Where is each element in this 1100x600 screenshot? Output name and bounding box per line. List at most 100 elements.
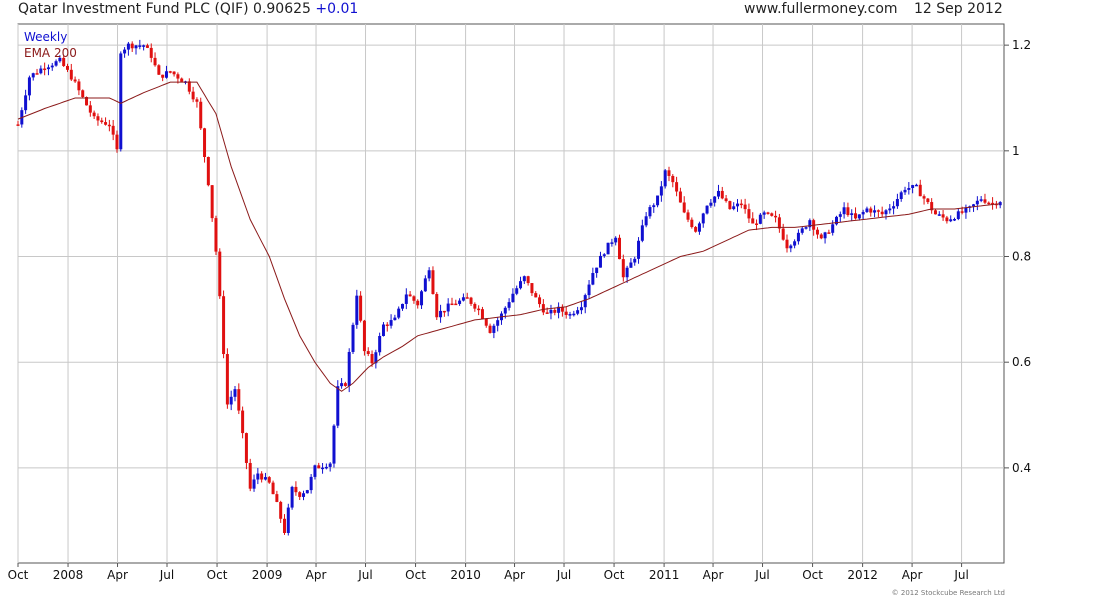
y-tick-label: 0.4: [1012, 461, 1031, 475]
x-axis: Oct 2008 Apr Jul Oct 2009 Apr Jul Oct 2010 Apr Jul O…: [8, 563, 969, 582]
candle-up: [164, 71, 168, 78]
y-tick-label: 0.8: [1012, 250, 1031, 264]
candle-up: [31, 73, 35, 78]
candle-up: [420, 291, 424, 306]
candle-up: [324, 466, 328, 469]
candle-up: [701, 213, 705, 224]
candle-up: [842, 207, 846, 215]
candle-down: [454, 303, 458, 306]
candle-down: [538, 297, 542, 305]
candle-down: [530, 283, 534, 294]
candle-down: [317, 465, 321, 469]
candle-down: [88, 105, 92, 113]
candle-up: [50, 65, 54, 68]
candle-down: [271, 482, 275, 495]
x-tick-label: Oct: [207, 568, 228, 582]
candle-down: [248, 462, 252, 489]
candle-down: [267, 477, 271, 483]
candle-up: [907, 188, 911, 190]
candle-up: [979, 199, 983, 201]
candle-up: [572, 313, 576, 316]
candle-up: [340, 383, 344, 387]
candle-down: [65, 65, 69, 70]
x-tick-label: Jul: [357, 568, 372, 582]
candle-down: [282, 518, 286, 533]
candle-down: [671, 175, 675, 183]
candle-up: [861, 211, 865, 215]
candle-down: [107, 124, 111, 127]
candle-down: [526, 276, 530, 284]
candle-down: [926, 198, 930, 203]
candle-up: [458, 300, 462, 304]
candle-up: [309, 476, 313, 491]
candle-down: [983, 199, 987, 203]
candle-up: [850, 213, 854, 216]
candle-down: [777, 217, 781, 229]
y-tick-label: 1: [1012, 144, 1020, 158]
y-tick-label: 0.6: [1012, 355, 1031, 369]
candle-down: [206, 156, 210, 186]
candle-up: [972, 204, 976, 207]
candle-up: [27, 77, 31, 96]
candle-down: [408, 294, 412, 297]
candle-up: [351, 324, 355, 352]
candle-down: [172, 71, 176, 75]
plot-frame: [17, 23, 1005, 564]
x-tick-label: 2012: [847, 568, 878, 582]
candle-down: [945, 217, 949, 222]
candle-up: [321, 467, 325, 470]
candle-down: [260, 473, 264, 480]
candle-up: [644, 216, 648, 226]
candle-up: [656, 195, 660, 206]
price-chart: 0.4 0.6 0.8 1 1.2 Oct 2008 Apr Jul Oct 2009 Apr Jul…: [8, 23, 1031, 597]
candle-down: [416, 300, 420, 306]
candle-down: [815, 229, 819, 235]
candle-down: [43, 68, 47, 71]
legend-weekly: Weekly: [24, 30, 67, 44]
candle-up: [736, 203, 740, 207]
candle-down: [846, 207, 850, 216]
candle-down: [35, 73, 39, 75]
candle-up: [793, 241, 797, 246]
candle-up: [404, 294, 408, 304]
candle-down: [686, 212, 690, 220]
y-tick-label: 1.2: [1012, 38, 1031, 52]
candle-down: [465, 297, 469, 299]
candle-down: [362, 320, 366, 352]
candle-down: [553, 309, 557, 313]
candle-down: [880, 211, 884, 215]
candle-up: [800, 228, 804, 233]
candle-up: [762, 212, 766, 215]
candle-up: [838, 214, 842, 217]
candle-up: [286, 507, 290, 533]
x-tick-label: Oct: [604, 568, 625, 582]
candle-down: [876, 210, 880, 212]
candle-down: [195, 99, 199, 102]
candle-down: [176, 74, 180, 79]
candle-down: [81, 90, 85, 98]
candle-down: [534, 293, 538, 298]
candle-down: [218, 251, 222, 297]
candle-down: [111, 125, 115, 135]
candle-down: [960, 211, 964, 213]
candle-down: [682, 202, 686, 213]
candle-down: [987, 202, 991, 205]
x-tick-label: 2009: [252, 568, 283, 582]
candle-up: [511, 293, 515, 303]
candle-down: [73, 79, 77, 82]
candle-up: [229, 396, 233, 405]
candle-up: [823, 232, 827, 239]
x-tick-label: 2011: [649, 568, 680, 582]
candle-up: [439, 310, 443, 318]
candle-up: [507, 302, 511, 308]
candle-up: [123, 49, 127, 54]
candle-up: [640, 225, 644, 241]
candle-up: [336, 386, 340, 426]
candle-up: [587, 284, 591, 296]
x-tick-label: Jul: [159, 568, 174, 582]
candle-down: [168, 71, 172, 73]
candle-up: [583, 295, 587, 308]
candle-down: [564, 311, 568, 315]
candle-up: [515, 288, 519, 294]
candle-down: [279, 501, 283, 519]
